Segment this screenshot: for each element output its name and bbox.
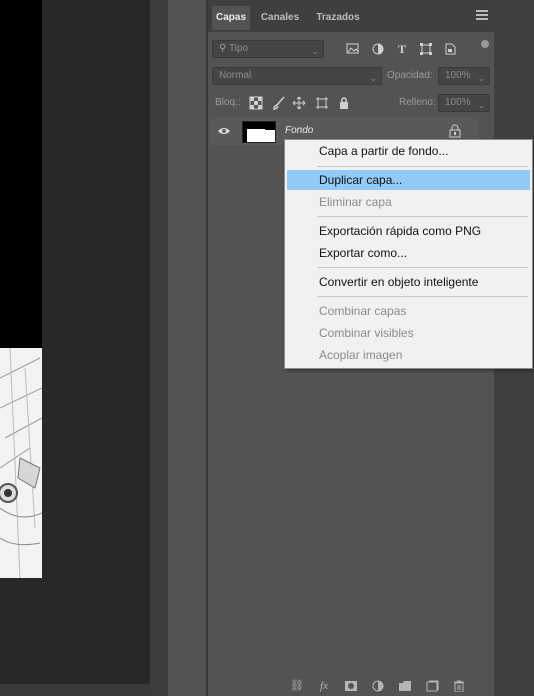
panel-tab-bar: Capas Canales Trazados (208, 0, 494, 32)
trash-icon[interactable] (452, 680, 466, 692)
lock-label: Bloq.: (215, 97, 241, 108)
layer-lock-icon[interactable] (449, 124, 461, 138)
adjustment-filter-icon[interactable] (371, 42, 385, 56)
adjustment-icon[interactable] (371, 680, 385, 692)
menu-item-quick-export-png[interactable]: Exportación rápida como PNG (287, 221, 530, 241)
opacity-label: Opacidad: (387, 70, 433, 81)
folder-icon[interactable] (398, 680, 412, 692)
layer-context-menu: Capa a partir de fondo... Duplicar capa.… (284, 139, 533, 369)
lock-position-icon[interactable] (292, 96, 306, 110)
lock-transparent-pixels-icon[interactable] (249, 96, 263, 110)
filter-toggle-icon[interactable] (481, 40, 489, 48)
lock-all-icon[interactable] (337, 96, 351, 110)
fill-value: 100% (445, 97, 471, 108)
layer-name[interactable]: Fondo (285, 125, 313, 136)
chevron-down-icon: ⌄ (311, 46, 319, 56)
lock-artboard-icon[interactable] (315, 96, 329, 110)
menu-item-merge-layers: Combinar capas (319, 304, 407, 318)
fx-icon[interactable]: fx (317, 680, 331, 692)
panel-menu-icon[interactable] (476, 10, 488, 20)
link-icon[interactable]: ⛓ (290, 680, 304, 692)
panel-gutter (150, 0, 168, 696)
opacity-field[interactable]: 100% ⌄ (438, 67, 490, 85)
image-filter-icon[interactable] (346, 42, 360, 56)
tab-trazados[interactable]: Trazados (310, 6, 366, 30)
search-icon: ⚲ (219, 43, 227, 54)
chevron-down-icon: ⌄ (369, 73, 377, 83)
chevron-down-icon: ⌄ (477, 73, 485, 83)
menu-item-duplicate-layer[interactable]: Duplicar capa... (287, 170, 530, 190)
layer-thumbnail (242, 121, 276, 143)
filter-type-label: Tipo (228, 43, 249, 54)
menu-separator (317, 216, 528, 217)
canvas-black-region (0, 0, 42, 348)
menu-item-convert-smart-object[interactable]: Convertir en objeto inteligente (287, 272, 530, 292)
layer-filter-select[interactable]: ⚲ Tipo ⌄ (212, 40, 324, 58)
visibility-eye-icon[interactable] (217, 126, 231, 136)
menu-item-layer-from-background[interactable]: Capa a partir de fondo... (287, 141, 530, 161)
fill-field[interactable]: 100% ⌄ (438, 94, 490, 112)
menu-item-flatten-image: Acoplar imagen (319, 348, 403, 362)
menu-separator (317, 267, 528, 268)
menu-separator (317, 296, 528, 297)
menu-item-merge-visible: Combinar visibles (319, 326, 414, 340)
menu-item-delete-layer: Eliminar capa (319, 195, 392, 209)
smart-object-filter-icon[interactable] (443, 42, 457, 56)
menu-separator (317, 166, 528, 167)
mask-icon[interactable] (344, 680, 358, 692)
canvas-scrollbar[interactable] (0, 684, 166, 696)
menu-item-export-as[interactable]: Exportar como... (287, 243, 530, 263)
opacity-value: 100% (445, 70, 471, 81)
blend-mode-value: Normal (219, 70, 252, 81)
lock-image-pixels-icon[interactable] (272, 96, 286, 110)
collapsed-dock (168, 0, 206, 696)
tab-canales[interactable]: Canales (254, 6, 306, 30)
new-layer-icon[interactable] (425, 680, 439, 692)
chevron-down-icon: ⌄ (477, 100, 485, 110)
fill-label: Relleno: (399, 97, 436, 108)
canvas-image-sketch (0, 348, 42, 578)
tab-capas[interactable]: Capas (212, 6, 250, 30)
blend-mode-select[interactable]: Normal ⌄ (212, 67, 382, 85)
type-filter-icon[interactable]: T (395, 42, 409, 56)
shape-filter-icon[interactable] (419, 42, 433, 56)
